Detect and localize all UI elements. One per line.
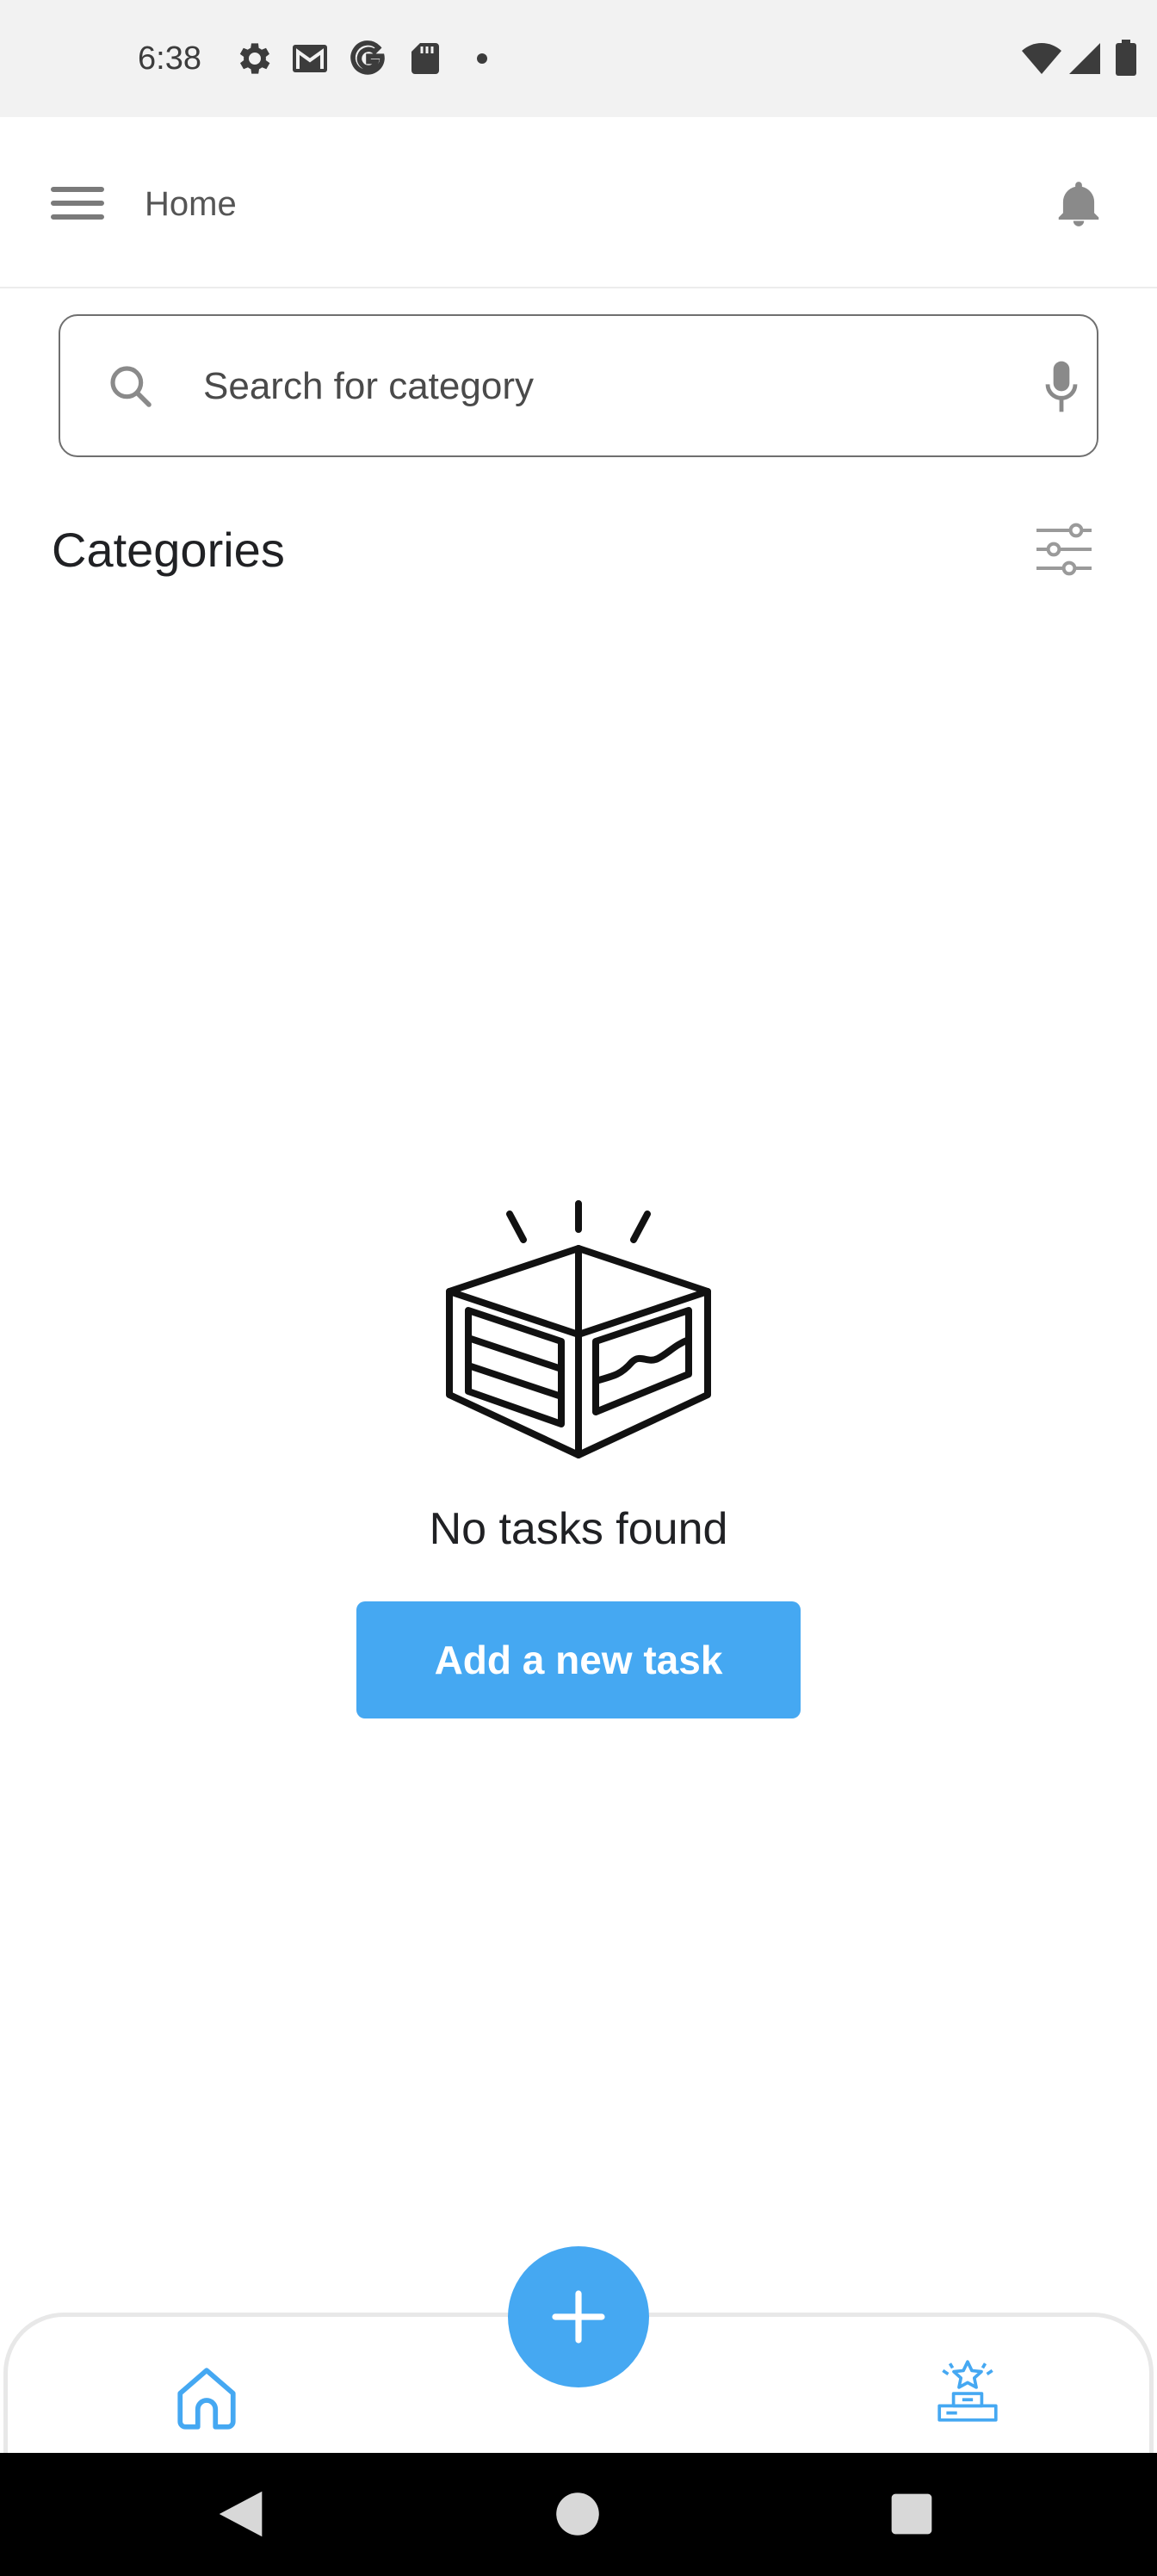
search-box[interactable] [59, 314, 1098, 457]
app-bar: Home [0, 117, 1157, 288]
battery-icon [1109, 38, 1143, 79]
mic-icon[interactable] [1042, 359, 1081, 414]
home-icon[interactable] [171, 2363, 242, 2434]
menu-icon[interactable] [48, 176, 107, 231]
status-bar: 6:38 [0, 0, 1157, 117]
podium-star-icon[interactable] [932, 2356, 1003, 2427]
google-icon [348, 38, 389, 79]
home-circle-icon[interactable] [548, 2484, 608, 2544]
sliders-icon[interactable] [1033, 522, 1095, 577]
cellular-signal-icon [1064, 38, 1105, 79]
back-icon[interactable] [212, 2484, 272, 2544]
screen: 6:38 Home Search for category Categories… [0, 0, 1157, 2576]
status-time: 6:38 [138, 40, 201, 77]
bell-icon[interactable] [1052, 177, 1105, 231]
sd-card-icon [405, 38, 446, 79]
section-title: Categories [52, 523, 285, 577]
page-title: Home [145, 185, 237, 223]
add-fab-button[interactable] [508, 2246, 649, 2387]
system-nav-bar [0, 2453, 1157, 2576]
empty-state-message: No tasks found [429, 1504, 728, 1554]
search-input[interactable] [203, 350, 961, 423]
wifi-icon [1019, 38, 1064, 79]
gmail-icon [289, 38, 331, 79]
recents-square-icon[interactable] [882, 2484, 942, 2544]
search-icon [107, 362, 155, 411]
dot-icon [461, 38, 503, 79]
settings-icon [234, 38, 275, 79]
plus-icon [552, 2290, 605, 2344]
add-task-button[interactable]: Add a new task [356, 1601, 801, 1718]
open-box-icon [441, 1197, 716, 1464]
